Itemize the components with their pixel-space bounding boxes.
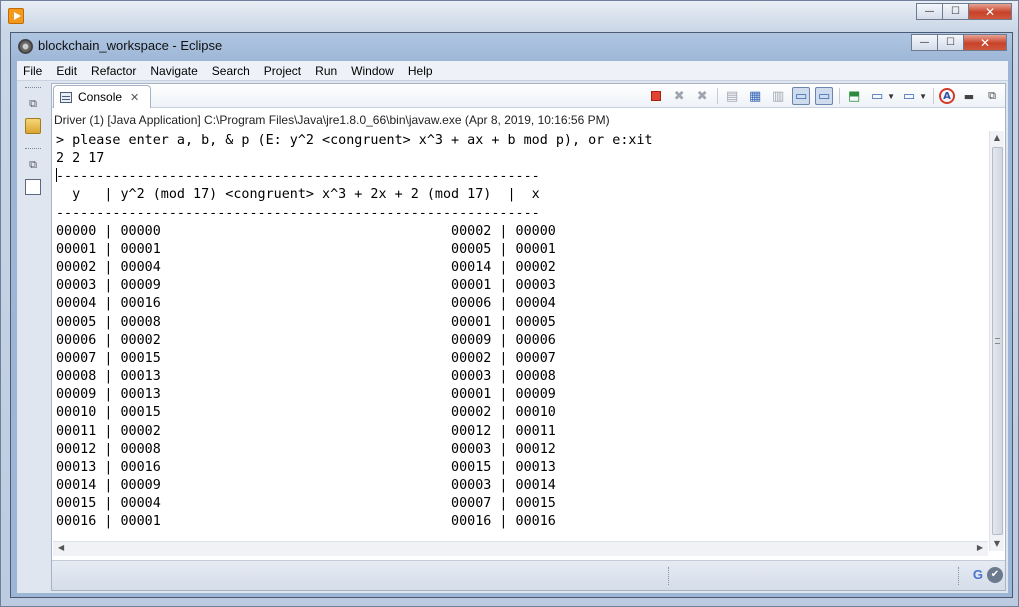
console-row: 00001 | 00001 00005 | 00001	[56, 241, 556, 257]
outer-maximize-button[interactable]: ☐	[942, 3, 968, 20]
menu-file[interactable]: File	[17, 64, 50, 78]
chevron-down-icon[interactable]: ▼	[919, 92, 927, 101]
console-row: 00015 | 00004 00007 | 00015	[56, 496, 556, 512]
workbench: ⧉ ⧉ Console ✕ ✖ ✖ ▤ ▦ ▥ ▭ ▭ ⬒ ▭ ▼ ▭ ▼ A …	[17, 81, 1008, 593]
console-row: 00008 | 00013 00003 | 00008	[56, 369, 556, 385]
menu-edit[interactable]: Edit	[50, 64, 85, 78]
eclipse-window-controls: — ☐ ✕	[911, 34, 1007, 51]
trim-grip[interactable]	[25, 148, 41, 151]
left-trim-stack: ⧉ ⧉	[19, 83, 47, 253]
pin-console-icon[interactable]: ⬒	[845, 87, 863, 105]
minimize-icon[interactable]: ▬	[960, 87, 978, 105]
tab-console[interactable]: Console ✕	[53, 85, 151, 108]
word-wrap-icon[interactable]: ▥	[769, 87, 787, 105]
show-stdout-icon[interactable]: ▭	[792, 87, 811, 105]
vertical-scrollbar[interactable]: ▲ ▼	[989, 131, 1004, 551]
console-row: 00005 | 00008 00001 | 00005	[56, 314, 556, 330]
console-prompt-line: > please enter a, b, & p (E: y^2 <congru…	[56, 133, 653, 148]
eclipse-close-button[interactable]: ✕	[963, 34, 1007, 51]
toolbar-separator	[933, 88, 934, 104]
scroll-up-icon[interactable]: ▲	[992, 133, 1002, 143]
player-app-icon	[8, 8, 24, 24]
eclipse-minimize-button[interactable]: —	[911, 34, 937, 51]
scroll-left-icon[interactable]: ◀	[58, 543, 64, 552]
console-header-line: y | y^2 (mod 17) <congruent> x^3 + 2x + …	[56, 187, 540, 203]
console-row: 00003 | 00009 00001 | 00003	[56, 278, 556, 294]
google-icon[interactable]: G	[973, 567, 983, 582]
close-icon[interactable]: ✕	[130, 91, 139, 104]
menu-bar: File Edit Refactor Navigate Search Proje…	[17, 61, 1008, 81]
scroll-down-icon[interactable]: ▼	[992, 539, 1002, 549]
status-grip	[668, 567, 669, 585]
console-output[interactable]: > please enter a, b, & p (E: y^2 <congru…	[56, 132, 986, 532]
toolbar-separator	[839, 88, 841, 104]
clear-console-icon[interactable]: ▤	[723, 87, 741, 105]
console-icon	[60, 91, 72, 103]
separator-text: ----------------------------------------…	[56, 169, 540, 185]
window-title: blockchain_workspace - Eclipse	[38, 38, 223, 53]
console-row: 00010 | 00015 00002 | 00010	[56, 405, 556, 421]
console-separator-line: ----------------------------------------…	[56, 205, 540, 221]
scroll-right-icon[interactable]: ▶	[977, 543, 983, 552]
restore-icon[interactable]: ⧉	[25, 157, 41, 173]
console-row: 00016 | 00001 00016 | 00016	[56, 514, 556, 530]
menu-project[interactable]: Project	[258, 64, 309, 78]
console-toolbar: ✖ ✖ ▤ ▦ ▥ ▭ ▭ ⬒ ▭ ▼ ▭ ▼ A ▬ ⧉	[642, 87, 1001, 105]
scroll-lock-icon[interactable]: ▦	[746, 87, 764, 105]
console-row: 00012 | 00008 00003 | 00012	[56, 441, 556, 457]
menu-help[interactable]: Help	[402, 64, 441, 78]
menu-run[interactable]: Run	[309, 64, 345, 78]
remove-all-icon[interactable]: ✖	[693, 87, 711, 105]
outer-window: — ☐ ✕ blockchain_workspace - Eclipse — ☐…	[0, 0, 1019, 607]
console-view-header: Console ✕ ✖ ✖ ▤ ▦ ▥ ▭ ▭ ⬒ ▭ ▼ ▭ ▼ A ▬ ⧉	[52, 84, 1005, 108]
outer-close-button[interactable]: ✕	[968, 3, 1012, 20]
remove-launch-icon[interactable]: ✖	[670, 87, 688, 105]
eclipse-maximize-button[interactable]: ☐	[937, 34, 963, 51]
new-console-icon[interactable]: A	[939, 88, 955, 104]
console-input-line: 2 2 17	[56, 151, 105, 167]
trim-grip[interactable]	[25, 87, 41, 90]
toolbar-separator	[717, 88, 719, 104]
console-row: 00002 | 00004 00014 | 00002	[56, 260, 556, 276]
chevron-down-icon[interactable]: ▼	[887, 92, 895, 101]
open-console-icon[interactable]: ▭	[900, 87, 918, 105]
eclipse-window: blockchain_workspace - Eclipse — ☐ ✕ Fil…	[10, 32, 1013, 598]
show-stderr-icon[interactable]: ▭	[815, 87, 834, 105]
console-row: 00014 | 00009 00003 | 00014	[56, 477, 556, 493]
console-row: 00009 | 00013 00001 | 00009	[56, 387, 556, 403]
console-row: 00007 | 00015 00002 | 00007	[56, 350, 556, 366]
console-separator-line: ----------------------------------------…	[56, 168, 986, 186]
menu-refactor[interactable]: Refactor	[85, 64, 144, 78]
console-row: 00004 | 00016 00006 | 00004	[56, 296, 556, 312]
outline-icon[interactable]	[25, 179, 41, 195]
tab-console-label: Console	[78, 90, 123, 104]
scrollbar-thumb[interactable]	[992, 147, 1003, 535]
terminate-icon[interactable]	[647, 87, 665, 105]
restore-icon[interactable]: ⧉	[25, 96, 41, 112]
process-label: Driver (1) [Java Application] C:\Program…	[54, 113, 610, 127]
console-row: 00006 | 00002 00009 | 00006	[56, 332, 556, 348]
menu-window[interactable]: Window	[345, 64, 402, 78]
maximize-icon[interactable]: ⧉	[983, 87, 1001, 105]
eclipse-icon	[18, 39, 33, 54]
check-icon[interactable]: ✔	[987, 567, 1003, 583]
display-console-icon[interactable]: ▭	[868, 87, 886, 105]
outer-window-controls: — ☐ ✕	[916, 3, 1012, 20]
status-grip	[958, 567, 959, 585]
outer-minimize-button[interactable]: —	[916, 3, 942, 20]
horizontal-scrollbar[interactable]: ◀ ▶	[53, 541, 988, 556]
menu-search[interactable]: Search	[206, 64, 258, 78]
status-bar: G ✔	[52, 560, 1005, 590]
console-row: 00013 | 00016 00015 | 00013	[56, 459, 556, 475]
console-view: Console ✕ ✖ ✖ ▤ ▦ ▥ ▭ ▭ ⬒ ▭ ▼ ▭ ▼ A ▬ ⧉ …	[51, 83, 1006, 591]
console-row: 00000 | 00000 00002 | 00000	[56, 223, 556, 239]
menu-navigate[interactable]: Navigate	[144, 64, 205, 78]
console-row: 00011 | 00002 00012 | 00011	[56, 423, 556, 439]
package-explorer-icon[interactable]	[25, 118, 41, 134]
grip-icon	[995, 338, 1000, 344]
